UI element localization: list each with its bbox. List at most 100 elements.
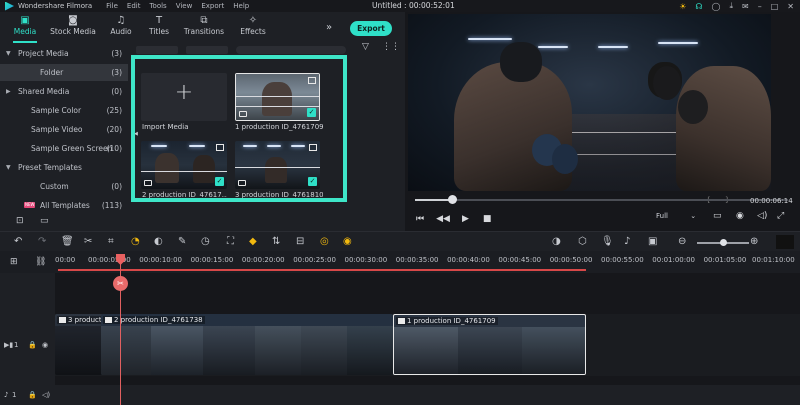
download-icon[interactable]: ⤓ xyxy=(729,1,733,11)
sidebar-item-sample-color[interactable]: Sample Color (25) xyxy=(0,102,128,119)
sidebar-item-custom[interactable]: Custom (0) xyxy=(0,178,128,195)
work-area-bar[interactable] xyxy=(58,269,586,271)
zoom-in-icon[interactable]: ⊕ xyxy=(750,237,758,247)
snapshot-frame-icon[interactable]: ▣ xyxy=(648,237,657,247)
lock-icon[interactable]: 🔒 xyxy=(28,391,37,399)
lightbulb-icon[interactable]: ☀ xyxy=(679,2,686,11)
delete-icon[interactable]: 🗑 xyxy=(61,237,74,247)
menu-tools[interactable]: Tools xyxy=(149,2,166,10)
left-fighter-headgear xyxy=(500,42,542,82)
sidebar-item-project-media[interactable]: ▼ Project Media (3) xyxy=(0,45,128,62)
filter-icon[interactable]: ▽ xyxy=(362,42,369,52)
video-track-number: 1 xyxy=(14,341,19,349)
timeline-clip[interactable]: 3 product xyxy=(55,314,103,375)
eye-icon[interactable]: ◉ xyxy=(42,341,48,349)
expand-arrow-icon[interactable]: ▼ xyxy=(6,45,11,62)
clip-frame xyxy=(522,327,585,374)
add-track-icon[interactable]: ⊞ xyxy=(10,257,18,267)
export-button[interactable]: Export xyxy=(350,21,392,36)
fit-icon[interactable]: ⛶ xyxy=(227,237,234,247)
play-icon[interactable]: ▶ xyxy=(462,214,469,224)
menu-export[interactable]: Export xyxy=(201,2,224,10)
search-input[interactable] xyxy=(236,46,346,54)
sidebar-footer: ⊡ ▭ xyxy=(0,213,128,231)
expand-arrow-icon[interactable]: ▼ xyxy=(6,159,11,176)
crop-icon[interactable]: ⌗ xyxy=(108,237,114,247)
lock-icon[interactable]: 🔒 xyxy=(28,341,37,349)
sidebar-item-count: (0) xyxy=(111,87,122,96)
split-screen-icon[interactable]: ⊟ xyxy=(296,237,304,247)
keyframe-icon[interactable]: ◆ xyxy=(249,237,257,247)
microphone-icon[interactable]: 🎙 xyxy=(601,237,614,247)
adjust-icon[interactable]: ✎ xyxy=(178,237,186,247)
timeline-clip[interactable]: 2 production ID_4761738 xyxy=(101,314,393,375)
sidebar-item-sample-green-screen[interactable]: Sample Green Screen (10) xyxy=(0,140,128,157)
record-dropdown[interactable] xyxy=(186,46,228,54)
minimize-icon[interactable]: – xyxy=(758,2,762,11)
media-tabs-bar: ▣ Media ◙ Stock Media ♫ Audio T Titles ⧉… xyxy=(0,12,405,43)
snapshot-icon[interactable]: ◉ xyxy=(736,211,744,221)
ruler-tick-label: 00:01:05:00 xyxy=(703,256,747,264)
tab-transitions[interactable]: ⧉ Transitions xyxy=(179,14,229,36)
zoom-out-icon[interactable]: ⊖ xyxy=(678,237,686,247)
tab-effects[interactable]: ✧ Effects xyxy=(228,14,278,36)
sidebar-item-label: Project Media xyxy=(18,49,69,58)
duration-icon[interactable]: ◷ xyxy=(201,237,210,247)
speed-icon[interactable]: ◔ xyxy=(131,237,140,247)
sidebar-item-shared-media[interactable]: ▶ Shared Media (0) xyxy=(0,83,128,100)
timeline-clip[interactable]: 1 production ID_4761709 xyxy=(393,314,586,375)
clip-frame xyxy=(255,326,301,375)
previous-frame-icon[interactable]: ⏮ xyxy=(416,214,424,224)
volume-icon[interactable]: ◁) xyxy=(757,211,767,221)
stabilize-icon[interactable]: ◉ xyxy=(343,237,352,247)
notifications-icon[interactable]: ✉ xyxy=(742,2,749,11)
stop-icon[interactable]: ■ xyxy=(483,214,492,224)
quality-select[interactable]: Full ⌄ xyxy=(656,212,696,220)
tab-titles-label: Titles xyxy=(149,27,169,36)
motion-tracking-icon[interactable]: ◎ xyxy=(320,237,329,247)
new-folder-icon[interactable]: ⊡ xyxy=(16,216,24,226)
sidebar-item-all-templates[interactable]: NEW All Templates (113) xyxy=(0,197,128,214)
split-scissors-icon[interactable]: ✂ xyxy=(113,276,128,291)
redo-icon[interactable]: ↷ xyxy=(38,237,46,247)
audio-adjust-icon[interactable]: ⇅ xyxy=(272,237,280,247)
ruler-tick-label: 00:00:20:00 xyxy=(241,256,285,264)
fullscreen-icon[interactable]: ⤢ xyxy=(777,211,784,221)
import-dropdown[interactable] xyxy=(136,46,178,54)
menu-file[interactable]: File xyxy=(106,2,118,10)
menu-view[interactable]: View xyxy=(176,2,193,10)
color-icon[interactable]: ◐ xyxy=(154,237,163,247)
menu-edit[interactable]: Edit xyxy=(127,2,141,10)
panel-layout-icon[interactable] xyxy=(776,235,794,249)
playback-progress-track[interactable] xyxy=(415,199,788,201)
tab-media[interactable]: ▣ Media xyxy=(0,14,50,43)
menu-help[interactable]: Help xyxy=(233,2,249,10)
display-settings-icon[interactable]: ▭ xyxy=(713,211,722,221)
maximize-icon[interactable]: □ xyxy=(771,2,779,11)
sidebar-item-sample-video[interactable]: Sample Video (20) xyxy=(0,121,128,138)
account-icon[interactable]: ◯ xyxy=(712,2,721,11)
sidebar-item-preset-templates[interactable]: ▼ Preset Templates xyxy=(0,159,128,176)
window-controls: ☀ ☊ ◯ ⤓ ✉ – □ ✕ xyxy=(679,0,794,12)
folder-icon[interactable]: ▭ xyxy=(40,216,49,226)
video-preview[interactable] xyxy=(408,14,771,191)
link-icon[interactable]: ⛓ xyxy=(35,257,46,267)
mute-icon[interactable]: ◁) xyxy=(42,391,50,399)
render-icon[interactable]: ◑ xyxy=(552,237,561,247)
playback-progress-handle[interactable] xyxy=(448,195,457,204)
support-icon[interactable]: ☊ xyxy=(695,2,702,11)
tab-titles[interactable]: T Titles xyxy=(134,14,184,36)
more-tabs-icon[interactable]: » xyxy=(326,22,332,33)
close-icon[interactable]: ✕ xyxy=(787,2,794,11)
grid-view-icon[interactable]: ⋮⋮ xyxy=(382,42,400,52)
zoom-slider-handle[interactable] xyxy=(720,239,727,246)
tab-stock-media[interactable]: ◙ Stock Media xyxy=(48,14,98,36)
clip-video-icon xyxy=(59,317,66,323)
rewind-icon[interactable]: ◀◀ xyxy=(436,214,450,224)
expand-arrow-icon[interactable]: ▶ xyxy=(6,83,11,100)
sidebar-item-folder[interactable]: Folder (3) xyxy=(0,64,128,81)
marker-icon[interactable]: ⬡ xyxy=(578,237,587,247)
undo-icon[interactable]: ↶ xyxy=(14,237,22,247)
voiceover-icon[interactable]: ♪ xyxy=(624,237,630,247)
cut-icon[interactable]: ✂ xyxy=(84,237,92,247)
